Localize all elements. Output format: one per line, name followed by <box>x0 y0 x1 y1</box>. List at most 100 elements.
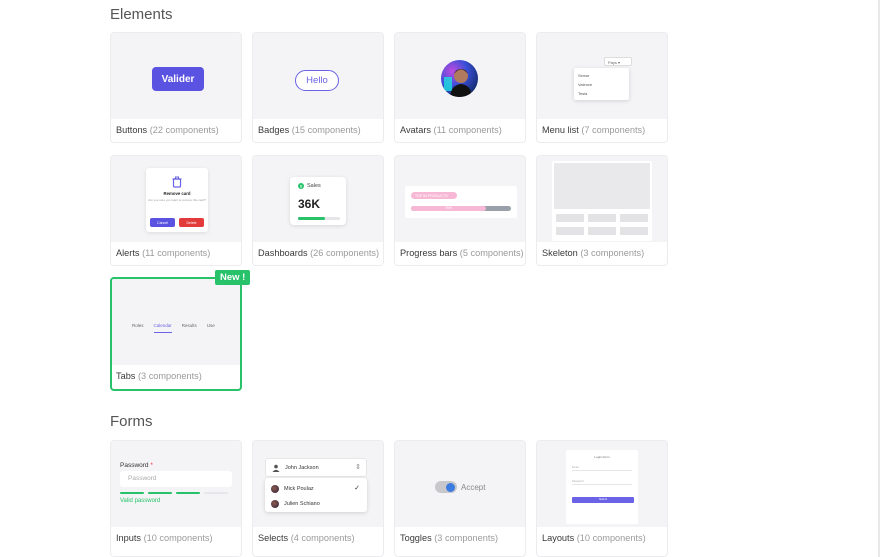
forms-section-title: Forms <box>110 413 153 430</box>
menu-list-preview: Pays ▾ Sense Valence Tesla <box>537 33 667 119</box>
tab-bar: Roles Calendar Results Use <box>132 323 215 333</box>
select-field[interactable]: John Jackson ⇕ <box>265 458 367 477</box>
buttons-caption: Buttons (22 components) <box>116 125 219 135</box>
valider-button[interactable]: Valider <box>152 67 204 91</box>
component-count: (11 components) <box>433 125 502 135</box>
component-count: (15 components) <box>291 125 361 135</box>
tab-item[interactable]: Use <box>207 323 215 333</box>
tabs-card[interactable]: Roles Calendar Results Use Tabs (3 compo… <box>110 277 242 391</box>
tab-item-active[interactable]: Calendar <box>153 323 172 333</box>
component-count: (5 components) <box>459 248 524 258</box>
card-name: Buttons <box>116 125 148 135</box>
progress-fill: 75% <box>411 206 486 211</box>
component-count: (11 components) <box>142 248 211 258</box>
menu-item[interactable]: Sense <box>578 71 625 80</box>
layouts-card[interactable]: Login Form Email Password Submit Layouts… <box>536 440 668 557</box>
alert-text: Are you sure you want to remove this car… <box>148 198 206 202</box>
skeleton-block <box>588 227 616 235</box>
component-count: (4 components) <box>290 533 355 543</box>
delete-button[interactable]: Delete <box>179 218 204 227</box>
avatars-preview <box>395 33 525 119</box>
card-name: Alerts <box>116 248 140 258</box>
badges-card[interactable]: Hello Badges (15 components) <box>252 32 384 143</box>
chevron-updown-icon: ⇕ <box>355 464 361 471</box>
password-field[interactable]: Password <box>120 471 232 487</box>
tab-item[interactable]: Roles <box>132 323 144 333</box>
component-count: (3 components) <box>580 248 645 258</box>
hello-badge: Hello <box>295 70 339 91</box>
dashboards-preview: $ Sales 36K <box>253 156 383 242</box>
progress-pill: TOP 50 PRODUCTS <box>411 192 457 199</box>
menu-list-card[interactable]: Pays ▾ Sense Valence Tesla Menu list (7 … <box>536 32 668 143</box>
badges-caption: Badges (15 components) <box>258 125 361 135</box>
cancel-button[interactable]: Cancel <box>150 218 175 227</box>
progress-bars-preview: TOP 50 PRODUCTS 75% <box>395 156 525 242</box>
toggle-switch[interactable] <box>435 481 457 493</box>
password-label: Password * <box>120 462 153 469</box>
component-count: (10 components) <box>576 533 646 543</box>
layouts-caption: Layouts (10 components) <box>542 533 646 543</box>
skeleton-block <box>554 163 650 209</box>
form-title: Login Form <box>594 455 610 459</box>
inputs-card[interactable]: Password * Password Valid password Input… <box>110 440 242 557</box>
card-name: Dashboards <box>258 248 308 258</box>
component-count: (7 components) <box>581 125 646 135</box>
email-field[interactable]: Email <box>572 466 632 471</box>
skeleton-block <box>620 227 648 235</box>
toggles-card[interactable]: Accept Toggles (3 components) <box>394 440 526 557</box>
selects-preview: John Jackson ⇕ Mick Poulaz ✓ Julien Schi… <box>253 441 383 527</box>
progress-bars-card[interactable]: TOP 50 PRODUCTS 75% Progress bars (5 com… <box>394 155 526 266</box>
avatars-card[interactable]: Avatars (11 components) <box>394 32 526 143</box>
select-option[interactable]: Julien Schiano <box>271 500 320 508</box>
alert-dialog: Remove card Are you sure you want to rem… <box>146 168 208 232</box>
stat-value: 36K <box>298 197 321 211</box>
buttons-preview: Valider <box>111 33 241 119</box>
new-badge: New ! <box>215 270 251 285</box>
select-options: Mick Poulaz ✓ Julien Schiano <box>265 478 367 512</box>
user-avatar-icon <box>272 464 280 472</box>
selected-value: John Jackson <box>285 465 319 471</box>
menu-trigger-button[interactable]: Pays ▾ <box>604 57 632 66</box>
skeleton-preview <box>537 156 667 242</box>
alerts-caption: Alerts (11 components) <box>116 248 210 258</box>
progress-track: 75% <box>411 206 511 211</box>
skeleton-card[interactable]: Skeleton (3 components) <box>536 155 668 266</box>
toggles-caption: Toggles (3 components) <box>400 533 498 543</box>
sales-dot-icon: $ <box>298 183 304 189</box>
dashboards-caption: Dashboards (26 components) <box>258 248 379 258</box>
check-icon: ✓ <box>354 485 360 492</box>
card-name: Skeleton <box>542 248 578 258</box>
menu-item[interactable]: Tesla <box>578 89 625 98</box>
progress-demo: TOP 50 PRODUCTS 75% <box>405 186 517 218</box>
component-count: (10 components) <box>143 533 213 543</box>
tab-item[interactable]: Results <box>182 323 197 333</box>
skeleton-loader <box>552 161 652 241</box>
alerts-card[interactable]: Remove card Are you sure you want to rem… <box>110 155 242 266</box>
toggle-label: Accept <box>461 483 486 492</box>
select-option[interactable]: Mick Poulaz <box>271 485 314 493</box>
valid-message: Valid password <box>120 498 161 504</box>
card-name: Inputs <box>116 533 142 543</box>
tabs-preview: Roles Calendar Results Use <box>112 279 240 365</box>
menu-list-caption: Menu list (7 components) <box>542 125 645 135</box>
submit-button[interactable]: Submit <box>572 497 634 503</box>
selects-card[interactable]: John Jackson ⇕ Mick Poulaz ✓ Julien Schi… <box>252 440 384 557</box>
stat-progress-bar <box>298 217 340 220</box>
alerts-preview: Remove card Are you sure you want to rem… <box>111 156 241 242</box>
inputs-preview: Password * Password Valid password <box>111 441 241 527</box>
buttons-card[interactable]: Valider Buttons (22 components) <box>110 32 242 143</box>
layouts-preview: Login Form Email Password Submit <box>537 441 667 527</box>
card-name: Progress bars <box>400 248 458 258</box>
skeleton-block <box>620 214 648 222</box>
dashboards-card[interactable]: $ Sales 36K Dashboards (26 components) <box>252 155 384 266</box>
avatar-photo-icon <box>441 60 478 97</box>
card-name: Badges <box>258 125 290 135</box>
skeleton-block <box>556 214 584 222</box>
avatar <box>271 485 279 493</box>
skeleton-caption: Skeleton (3 components) <box>542 248 644 258</box>
menu-item[interactable]: Valence <box>578 80 625 89</box>
card-name: Layouts <box>542 533 575 543</box>
password-field[interactable]: Password <box>572 480 632 485</box>
avatar <box>271 500 279 508</box>
badges-preview: Hello <box>253 33 383 119</box>
